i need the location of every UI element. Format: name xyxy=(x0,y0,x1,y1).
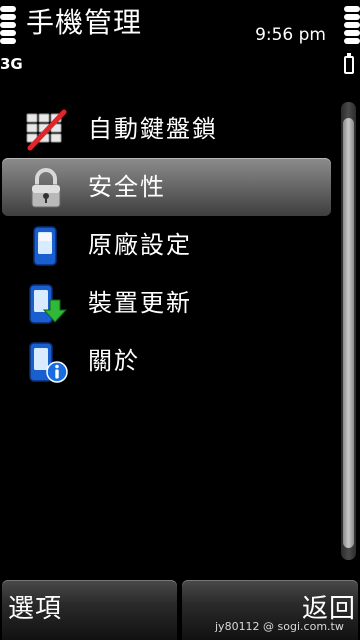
menu-item-device-update[interactable]: 裝置更新 xyxy=(2,274,331,332)
page-title: 手機管理 xyxy=(26,6,143,39)
menu-item-label: 原廠設定 xyxy=(88,231,192,259)
menu-item-factory-settings[interactable]: 原廠設定 xyxy=(2,216,331,274)
options-softkey[interactable]: 選項 xyxy=(2,580,177,640)
options-softkey-label: 選項 xyxy=(8,594,63,624)
keypad-lock-icon xyxy=(24,108,68,152)
phone-download-icon xyxy=(24,282,68,326)
menu-item-label: 裝置更新 xyxy=(88,289,192,317)
menu-item-about[interactable]: 關於 xyxy=(2,332,331,390)
menu-item-label: 安全性 xyxy=(88,173,166,201)
network-indicator: 3G xyxy=(0,55,23,73)
phone-icon xyxy=(24,224,68,268)
watermark: jy80112 @ sogi.com.tw xyxy=(215,620,344,633)
screen: 手機管理 9:56 pm 3G 自動鍵盤鎖 安全性 原廠設定 裝置更新 關於 選… xyxy=(0,0,360,640)
phone-info-icon xyxy=(24,340,68,384)
scrollbar-thumb[interactable] xyxy=(343,118,354,548)
clock: 9:56 pm xyxy=(255,25,326,45)
padlock-icon xyxy=(24,166,68,210)
scrollbar[interactable] xyxy=(341,102,356,560)
menu-item-auto-keylock[interactable]: 自動鍵盤鎖 xyxy=(2,100,331,158)
battery-level-icon xyxy=(342,6,360,44)
menu-item-label: 關於 xyxy=(88,347,140,375)
battery-icon xyxy=(344,53,354,74)
menu-item-security[interactable]: 安全性 xyxy=(2,158,331,216)
menu-item-label: 自動鍵盤鎖 xyxy=(88,115,218,143)
signal-strength-icon xyxy=(0,6,18,44)
